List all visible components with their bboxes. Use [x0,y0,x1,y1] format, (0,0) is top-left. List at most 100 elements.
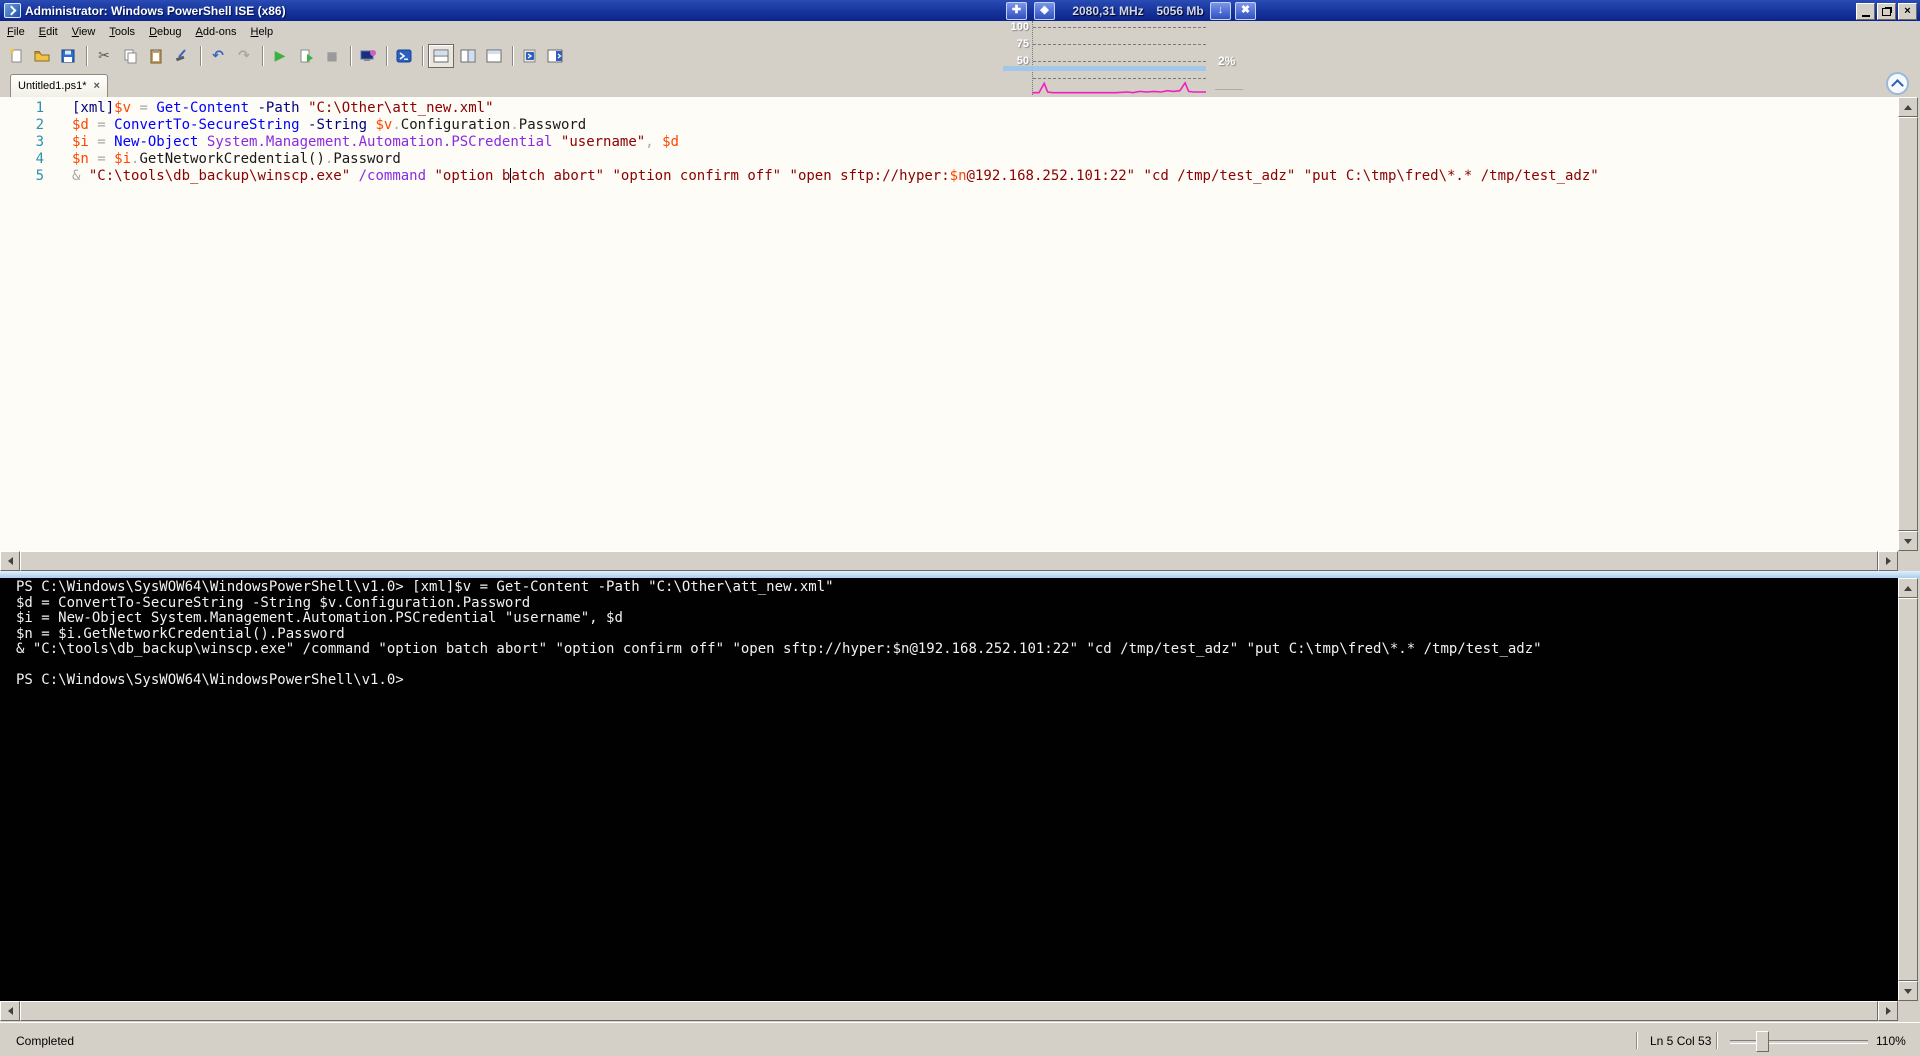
script-editor-pane[interactable]: 1[xml]$v = Get-Content -Path "C:\Other\a… [0,97,1898,551]
tab-bar: Untitled1.ps1* × [0,69,1920,97]
undo-button[interactable]: ↶ [206,45,230,67]
script-pane-collapse-button[interactable] [1886,72,1909,95]
menu-item-view[interactable]: View [65,23,103,41]
stop-icon: ■ [326,49,337,63]
status-separator [1636,1032,1638,1049]
tab-close-icon[interactable]: × [94,81,100,91]
zero-baseline-tick [1215,89,1243,90]
toolbar: ✂ ↶ ↷ ▶ ■ [0,43,1920,69]
save-script-button[interactable] [56,45,80,67]
gadget-close-button[interactable]: ✖ [1235,2,1256,20]
editor-scroll-up-button[interactable] [1898,97,1918,117]
move-icon: ✚ [1012,4,1021,16]
console-scroll-right-button[interactable] [1878,1001,1898,1021]
minimize-icon [1862,15,1870,17]
copy-button[interactable] [118,45,142,67]
arrow-down-icon [1904,539,1912,544]
toolbar-separator [262,46,264,66]
down-arrow-icon: ↓ [1218,4,1224,16]
console-vscroll-thumb[interactable] [1898,598,1918,981]
chevron-up-icon [1891,79,1904,92]
zoom-slider-thumb[interactable] [1756,1031,1769,1052]
cpu-usage-percent: 2% [1218,54,1235,68]
new-tab-icon [522,48,538,64]
status-message: Completed [16,1034,74,1048]
restore-button[interactable] [1877,3,1896,20]
redo-button[interactable]: ↷ [232,45,256,67]
cut-button[interactable]: ✂ [92,45,116,67]
menu-item-tools[interactable]: Tools [102,23,142,41]
status-separator [1716,1032,1718,1049]
editor-scroll-down-button[interactable] [1898,531,1918,551]
run-script-button[interactable]: ▶ [268,45,292,67]
toolbar-separator [512,46,514,66]
redo-icon: ↷ [238,49,250,63]
arrow-down-icon [1904,989,1912,994]
menu-item-help[interactable]: Help [243,23,280,41]
code-line[interactable]: 5& "C:\tools\db_backup\winscp.exe" /comm… [0,168,1898,185]
code-line[interactable]: 3$i = New-Object System.Management.Autom… [0,134,1898,151]
console-pane[interactable]: PS C:\Windows\SysWOW64\WindowsPowerShell… [0,578,1898,1001]
zoom-slider-track[interactable] [1730,1040,1868,1044]
code-line[interactable]: 2$d = ConvertTo-SecureString -String $v.… [0,117,1898,134]
toggle-script-pane-button[interactable] [544,45,568,67]
remote-computer-icon [359,48,377,64]
gadget-move-button[interactable]: ✚ [1006,2,1027,20]
menu-item-debug[interactable]: Debug [142,23,188,41]
new-powershell-tab-button[interactable] [518,45,542,67]
gadget-options-button[interactable]: ◆ [1034,2,1055,20]
code-lines: 1[xml]$v = Get-Content -Path "C:\Other\a… [0,97,1898,185]
open-script-button[interactable] [30,45,54,67]
console-scroll-left-button[interactable] [0,1001,20,1021]
start-powershell-exe-button[interactable] [392,45,416,67]
editor-vscroll-thumb[interactable] [1898,117,1918,531]
code-line[interactable]: 4$n = $i.GetNetworkCredential().Password [0,151,1898,168]
restore-icon [1882,8,1891,16]
show-script-pane-right-button[interactable] [456,45,480,67]
editor-scroll-right-button[interactable] [1878,551,1898,571]
code-line[interactable]: 1[xml]$v = Get-Content -Path "C:\Other\a… [0,100,1898,117]
app-icon [4,3,21,18]
editor-scroll-left-button[interactable] [0,551,20,571]
pane-splitter[interactable] [0,571,1920,578]
scissors-icon: ✂ [98,49,110,63]
show-script-pane-top-button[interactable] [428,44,454,68]
run-selection-button[interactable] [294,45,318,67]
editor-hscroll-thumb[interactable] [20,551,1878,571]
arrow-left-icon [8,1007,13,1015]
title-bar: Administrator: Windows PowerShell ISE (x… [0,0,1920,21]
toolbar-separator [86,46,88,66]
menu-item-file[interactable]: File [0,23,32,41]
stop-execution-button[interactable]: ■ [320,45,344,67]
minimize-button[interactable] [1856,3,1875,20]
close-button[interactable]: × [1898,3,1917,20]
paste-button[interactable] [144,45,168,67]
diamond-icon: ◆ [1040,4,1048,16]
menu-item-edit[interactable]: Edit [32,23,65,41]
toolbar-separator [200,46,202,66]
menu-bar: FileEditViewToolsDebugAdd-onsHelp [0,21,1920,43]
console-scroll-up-button[interactable] [1898,578,1918,598]
new-script-button[interactable] [4,45,28,67]
clear-console-pane-button[interactable] [170,45,194,67]
cpu-usage-sparkline [1032,21,1206,95]
layout-maximized-icon [486,49,502,63]
arrow-right-icon [1886,557,1891,565]
save-floppy-icon [60,48,76,64]
show-script-pane-maximized-button[interactable] [482,45,506,67]
console-scroll-down-button[interactable] [1898,981,1918,1001]
new-remote-powershell-tab-button[interactable] [356,45,380,67]
tab-untitled1[interactable]: Untitled1.ps1* × [10,74,108,97]
console-hscroll-thumb[interactable] [20,1001,1878,1021]
close-icon: × [1904,6,1910,17]
run-selection-icon [298,48,314,64]
layout-top-icon [433,49,449,63]
arrow-up-icon [1904,105,1912,110]
line-col-indicator: Ln 5 Col 53 [1650,1034,1711,1048]
close-x-icon: ✖ [1241,4,1250,16]
gadget-minimize-button[interactable]: ↓ [1210,2,1231,20]
toolbar-separator [350,46,352,66]
powershell-icon [396,48,412,64]
copy-icon [122,48,138,64]
menu-item-add-ons[interactable]: Add-ons [189,23,244,41]
